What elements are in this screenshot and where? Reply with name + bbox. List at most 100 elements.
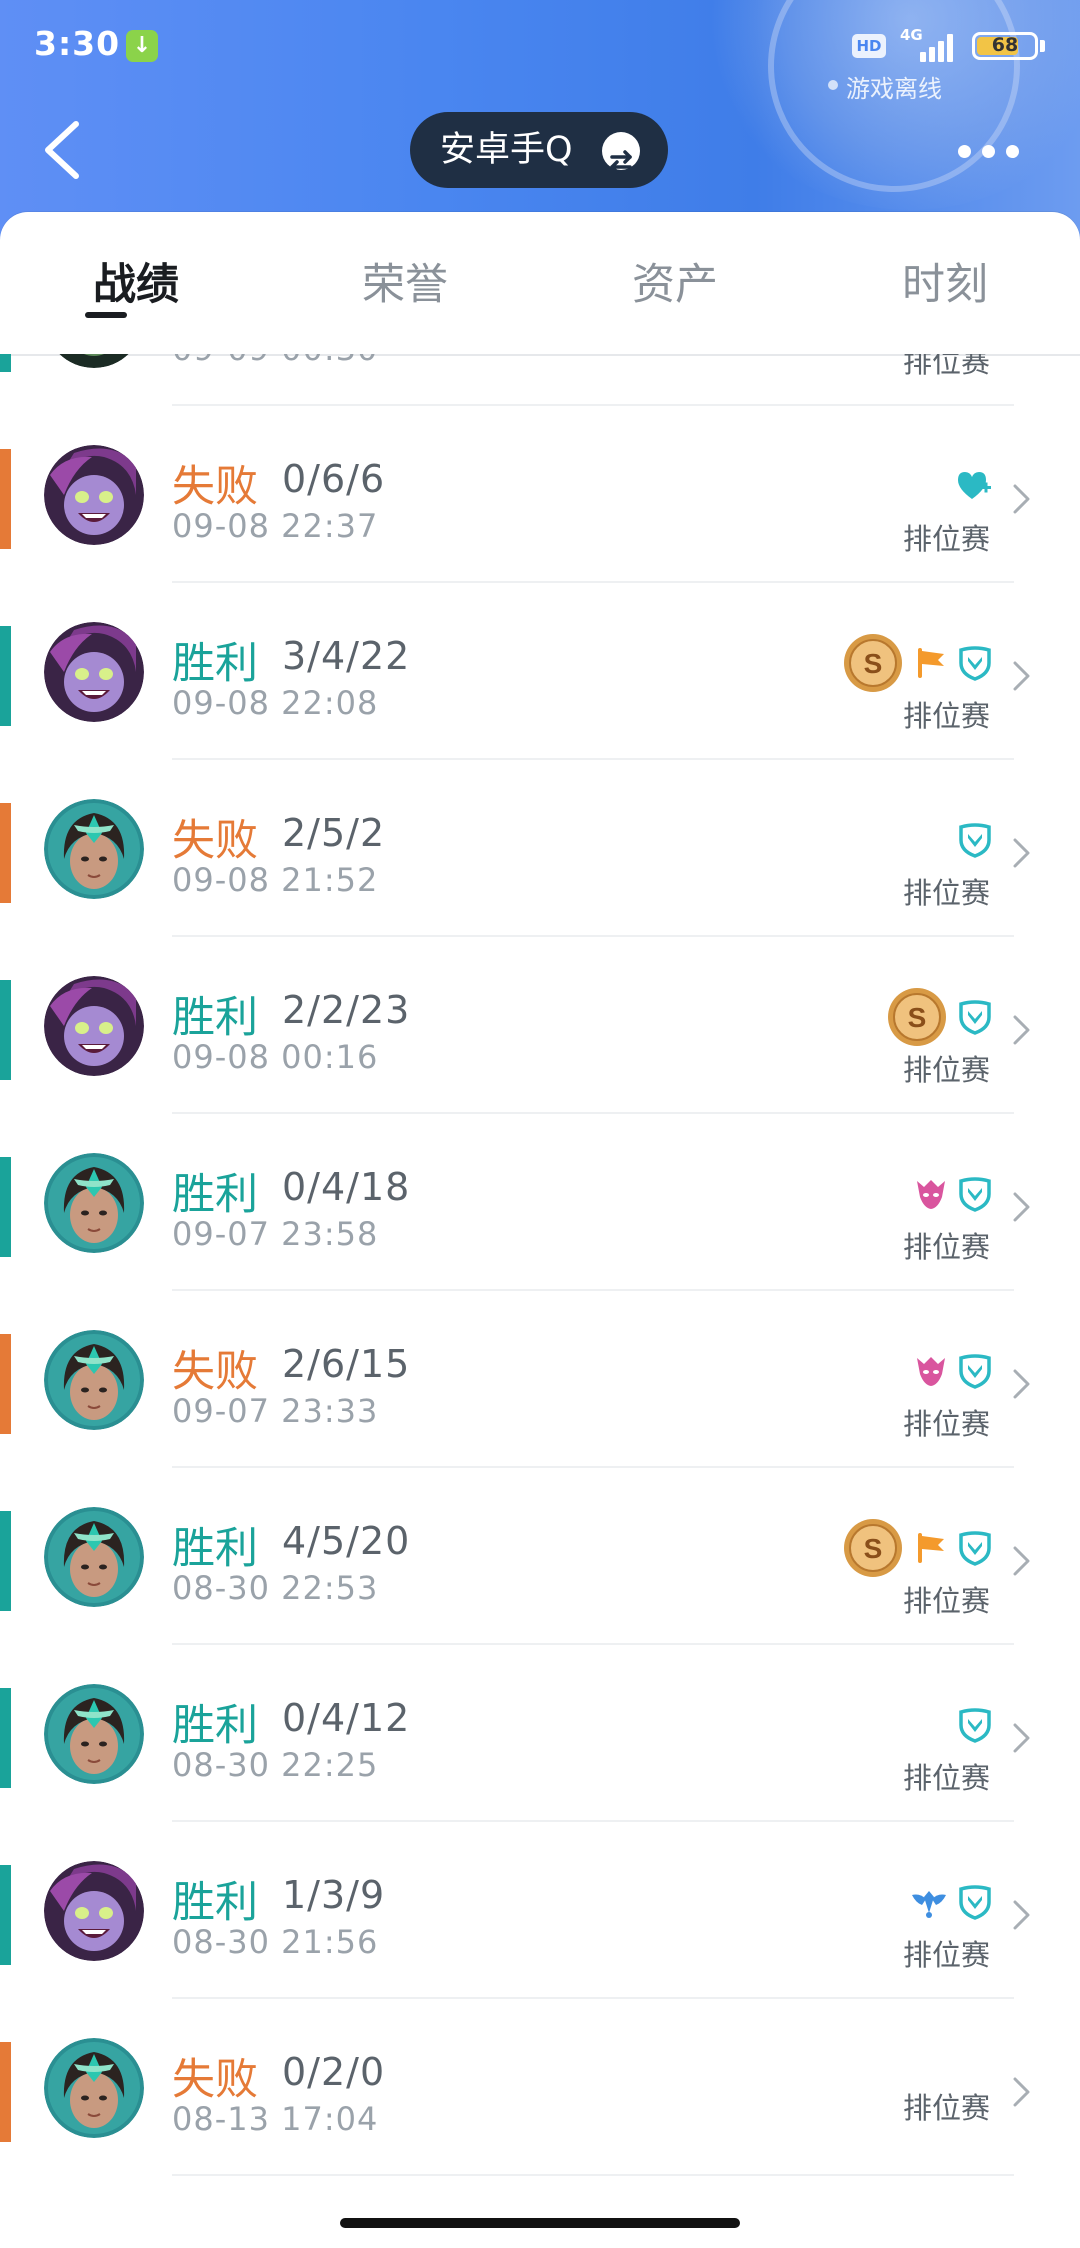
match-time: 09-08 00:16	[172, 1038, 379, 1076]
win-indicator-bar	[0, 1511, 11, 1611]
match-badges: S	[842, 633, 992, 697]
teal-hero-avatar	[44, 1507, 144, 1607]
chevron-right-icon	[1010, 1190, 1034, 1224]
match-mode: 排位赛	[902, 1761, 990, 1795]
battery-icon: 68	[972, 32, 1038, 60]
match-kda: 0/4/12	[282, 1696, 411, 1740]
loss-indicator-bar	[0, 803, 11, 903]
match-time: 09-08 22:08	[172, 684, 379, 722]
back-button[interactable]	[36, 118, 96, 182]
match-row[interactable]: 失败 0/6/6 09-08 22:37 排位赛	[0, 406, 1080, 583]
match-kda: 3/4/22	[282, 634, 411, 678]
teal-hero-avatar	[44, 1153, 144, 1253]
teal-hero-avatar	[44, 2038, 144, 2138]
match-result: 胜利	[172, 1524, 258, 1574]
match-mode: 排位赛	[902, 1938, 990, 1972]
app-header: 3:30 ↓ HD 4G 68 游戏离线 安卓手Q	[0, 0, 1080, 240]
wing-icon	[910, 1885, 948, 1923]
win-indicator-bar	[0, 1157, 11, 1257]
match-time: 09-07 23:58	[172, 1215, 379, 1253]
match-mode: 排位赛	[902, 1407, 990, 1441]
purple-hero-avatar	[44, 976, 144, 1076]
match-result: 失败	[172, 462, 258, 512]
match-kda: 4/5/20	[282, 1519, 411, 1563]
battery-tip	[1040, 40, 1045, 52]
offline-dot	[828, 80, 838, 90]
demon-icon	[914, 1177, 948, 1215]
match-time: 08-30 21:56	[172, 1923, 379, 1961]
match-time: 09-09 00:30	[172, 354, 378, 368]
svg-text:S: S	[908, 1002, 927, 1033]
match-mode: 排位赛	[902, 2091, 990, 2125]
match-kda: 0/6/6	[282, 457, 386, 501]
shield-icon	[958, 1884, 992, 1924]
active-tab-indicator	[85, 312, 127, 318]
chevron-right-icon	[1010, 1013, 1034, 1047]
chevron-right-icon	[1010, 836, 1034, 870]
match-time: 08-30 22:25	[172, 1746, 379, 1784]
flag-icon	[914, 646, 948, 684]
green-hero-avatar	[44, 354, 144, 368]
chevron-right-icon	[1010, 1367, 1034, 1401]
match-row[interactable]: 胜利 2/2/23 09-08 00:16 S 排位赛	[0, 937, 1080, 1114]
loss-indicator-bar	[0, 449, 11, 549]
win-indicator-bar	[0, 980, 11, 1080]
svg-text:S: S	[864, 648, 883, 679]
battery-level: 68	[991, 34, 1019, 56]
s-medal-icon: S	[842, 632, 904, 698]
match-badges: S	[886, 987, 992, 1051]
purple-hero-avatar	[44, 622, 144, 722]
match-badges	[956, 456, 992, 520]
match-time: 09-08 21:52	[172, 861, 379, 899]
match-result: 失败	[172, 816, 258, 866]
chevron-right-icon	[1010, 1544, 1034, 1578]
chevron-right-icon	[1010, 659, 1034, 693]
status-time: 3:30	[34, 24, 121, 63]
match-row[interactable]: 胜利 3/4/22 09-08 22:08 S 排位赛	[0, 583, 1080, 760]
shield-icon	[958, 645, 992, 685]
match-row[interactable]: 失败 2/6/15 09-07 23:33 排位赛	[0, 1291, 1080, 1468]
tab-record[interactable]: 战绩	[36, 250, 236, 312]
match-kda: 1/3/9	[282, 1873, 386, 1917]
match-kda: 0/2/0	[282, 2050, 386, 2094]
match-badges	[910, 1872, 992, 1936]
match-badges	[914, 1341, 992, 1405]
shield-icon	[958, 1353, 992, 1393]
account-switcher[interactable]: 安卓手Q	[410, 112, 668, 188]
match-row[interactable]: 失败 0/2/0 08-13 17:04 排位赛	[0, 1999, 1080, 2176]
row-divider	[172, 2174, 1014, 2176]
match-row[interactable]: 失败 2/5/2 09-08 21:52 排位赛	[0, 760, 1080, 937]
switch-icon	[602, 132, 640, 174]
signal-icon	[906, 30, 956, 62]
match-result: 胜利	[172, 1170, 258, 1220]
download-icon: ↓	[126, 30, 158, 62]
teal-hero-avatar	[44, 1330, 144, 1430]
offline-status: 游戏离线	[846, 75, 942, 103]
tab-bar: 战绩 荣誉 资产 时刻	[0, 212, 1080, 356]
match-time: 09-08 22:37	[172, 507, 379, 545]
loss-indicator-bar	[0, 2042, 11, 2142]
match-row[interactable]: 胜利09-09 00:30排位赛	[0, 354, 1080, 406]
match-result: 胜利	[172, 1701, 258, 1751]
purple-hero-avatar	[44, 445, 144, 545]
match-row[interactable]: 胜利 4/5/20 08-30 22:53 S 排位赛	[0, 1468, 1080, 1645]
chevron-right-icon	[1010, 482, 1034, 516]
match-row[interactable]: 胜利 1/3/9 08-30 21:56 排位赛	[0, 1822, 1080, 1999]
chevron-right-icon	[1010, 2075, 1034, 2109]
match-mode: 排位赛	[902, 522, 990, 556]
match-result: 失败	[172, 2055, 258, 2105]
tab-honor[interactable]: 荣誉	[305, 250, 505, 312]
match-row[interactable]: 胜利 0/4/12 08-30 22:25 排位赛	[0, 1645, 1080, 1822]
hd-badge: HD	[852, 34, 886, 58]
tab-assets[interactable]: 资产	[575, 250, 775, 312]
match-time: 08-13 17:04	[172, 2100, 379, 2138]
tab-moments[interactable]: 时刻	[845, 250, 1045, 312]
account-label: 安卓手Q	[440, 130, 573, 170]
teal-hero-avatar	[44, 799, 144, 899]
match-row[interactable]: 胜利 0/4/18 09-07 23:58 排位赛	[0, 1114, 1080, 1291]
more-options-button[interactable]	[958, 130, 1020, 170]
teal-hero-avatar	[44, 1684, 144, 1784]
match-mode: 排位赛	[902, 699, 990, 733]
match-mode: 排位赛	[902, 1053, 990, 1087]
win-indicator-bar	[0, 1688, 11, 1788]
